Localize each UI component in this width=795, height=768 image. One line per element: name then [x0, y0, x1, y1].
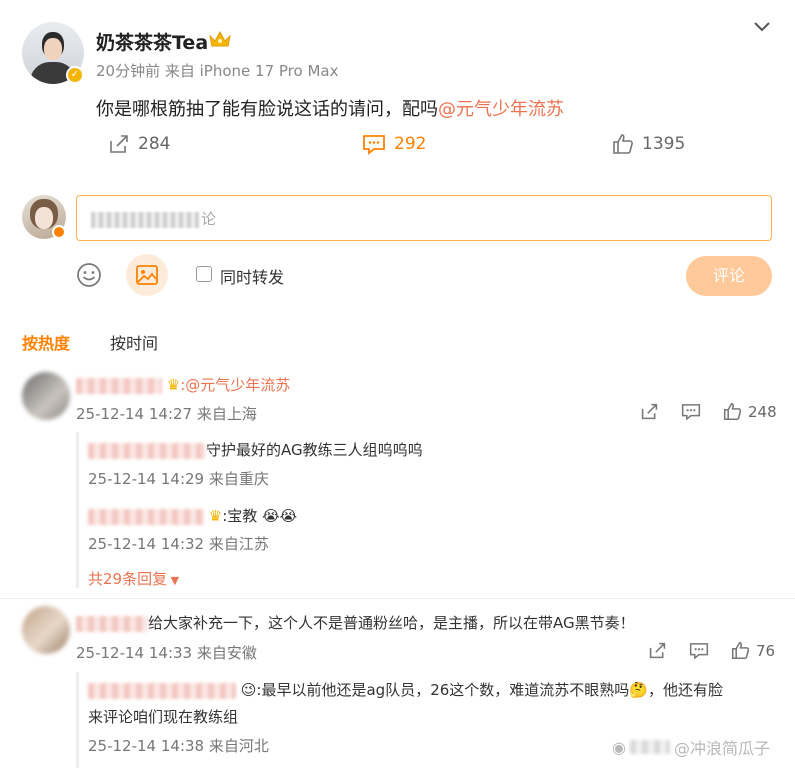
blurred-username[interactable]	[88, 442, 206, 459]
reply-item: ♛:宝教 😭😭	[88, 505, 297, 526]
like-button[interactable]: 1395	[612, 133, 685, 155]
watermark: ◉ @冲浪简瓜子	[612, 735, 770, 759]
comment-icon	[689, 643, 709, 660]
commenter-avatar[interactable]	[22, 372, 70, 420]
reply-thread-bar	[76, 432, 79, 588]
comment-like-button[interactable]: 248	[723, 402, 777, 421]
comment-reply-button[interactable]	[689, 641, 709, 660]
crying-emoji-icon: 😭😭	[262, 507, 298, 525]
watermark-text: @冲浪简瓜子	[673, 739, 770, 758]
blurred-watermark	[629, 740, 670, 754]
share-icon	[641, 403, 658, 420]
comment-like-count: 248	[748, 402, 777, 421]
caret-down-icon: ▼	[167, 574, 180, 587]
reply-meta: 25-12-14 14:38 来自河北	[88, 737, 269, 755]
comment-header: 给大家补充一下，这个人不是普通粉丝哈，是主播，所以在带AG黑节奏！	[76, 612, 635, 633]
like-count: 1395	[642, 134, 686, 154]
comment-input[interactable]: 论	[76, 195, 772, 241]
comment-reply-button[interactable]	[681, 402, 701, 421]
weibo-logo-icon: ◉	[612, 737, 626, 757]
reply-meta: 25-12-14 14:29 来自重庆	[88, 470, 269, 488]
share-count: 284	[138, 134, 171, 154]
submit-comment-button[interactable]: 评论	[686, 256, 772, 296]
post-meta: 20分钟前 来自 iPhone 17 Pro Max	[96, 62, 339, 80]
more-replies-label: 共29条回复	[88, 570, 168, 588]
comment-icon	[681, 404, 701, 421]
comment-text: 给大家补充一下，这个人不是普通粉丝哈，是主播，所以在带AG黑节奏！	[148, 614, 635, 632]
share-icon	[110, 135, 128, 153]
reply-text: :宝教	[222, 507, 258, 525]
blurred-username[interactable]	[88, 682, 236, 699]
more-replies-link[interactable]: 共29条回复 ▼	[88, 568, 179, 589]
verified-badge-icon: ✓	[66, 66, 84, 84]
forward-label: 同时转发	[220, 268, 285, 287]
commenter-avatar[interactable]	[22, 606, 70, 654]
blurred-username[interactable]	[76, 615, 148, 632]
reply-text-line2: 来评论咱们现在教练组	[88, 708, 239, 726]
reply-text: 守护最好的AG教练三人组呜呜呜	[206, 441, 423, 459]
comment-icon	[363, 135, 385, 155]
crown-icon	[209, 30, 231, 47]
comment-like-count: 76	[756, 641, 776, 660]
comment-button[interactable]: 292	[362, 133, 426, 155]
image-icon	[136, 265, 158, 285]
comment-mention-link[interactable]: :@元气少年流苏	[180, 376, 290, 394]
tab-sort-time[interactable]: 按时间	[110, 330, 158, 354]
post-mention-link[interactable]: @元气少年流苏	[438, 99, 564, 120]
share-icon	[649, 642, 666, 659]
comment-count: 292	[394, 134, 427, 154]
blurred-username[interactable]	[88, 508, 204, 525]
reply-text-tail: ，他还有脸	[647, 681, 723, 699]
crown-icon: ♛	[166, 376, 181, 394]
share-button[interactable]: 284	[108, 133, 170, 155]
chevron-down-icon[interactable]	[752, 16, 772, 36]
comment-like-button[interactable]: 76	[731, 641, 775, 660]
emoji-icon: 😉	[240, 681, 257, 699]
emoji-icon[interactable]	[76, 262, 102, 288]
reply-text: :最早以前他还是ag队员，26这个数，难道流苏不眼熟吗	[256, 681, 630, 699]
like-icon	[731, 641, 750, 660]
like-icon	[613, 134, 633, 154]
blurred-username[interactable]	[76, 377, 162, 394]
image-button[interactable]	[126, 254, 168, 296]
comment-meta: 25-12-14 14:27 来自上海	[76, 405, 257, 423]
post-text: 你是哪根筋抽了能有脸说这话的请问，配吗@元气少年流苏	[96, 95, 564, 121]
reply-item: 😉:最早以前他还是ag队员，26这个数，难道流苏不眼熟吗🤔，他还有脸	[88, 679, 723, 700]
comment-meta: 25-12-14 14:33 来自安徽	[76, 644, 257, 662]
comment-actions: 248	[640, 402, 777, 421]
comment-header: ♛:@元气少年流苏	[76, 374, 290, 395]
crown-icon: ♛	[208, 507, 223, 525]
reply-thread-bar	[76, 672, 79, 768]
author-name[interactable]: 奶茶茶茶Tea	[96, 28, 208, 55]
like-icon	[723, 402, 742, 421]
comment-share-button[interactable]	[640, 402, 659, 421]
comment-share-button[interactable]	[648, 641, 667, 660]
forward-checkbox[interactable]	[196, 266, 212, 282]
tab-sort-hot[interactable]: 按热度	[22, 330, 70, 354]
comment-actions: 76	[648, 641, 775, 660]
blurred-text	[91, 211, 199, 228]
user-badge-icon	[52, 225, 66, 239]
post-text-body: 你是哪根筋抽了能有脸说这话的请问，配吗	[96, 99, 438, 120]
divider	[0, 598, 795, 599]
reply-item: 守护最好的AG教练三人组呜呜呜	[88, 439, 423, 460]
reply-meta: 25-12-14 14:32 来自江苏	[88, 535, 269, 553]
emoji-icon: 🤔	[629, 681, 648, 699]
comment-input-text: 论	[201, 210, 217, 228]
